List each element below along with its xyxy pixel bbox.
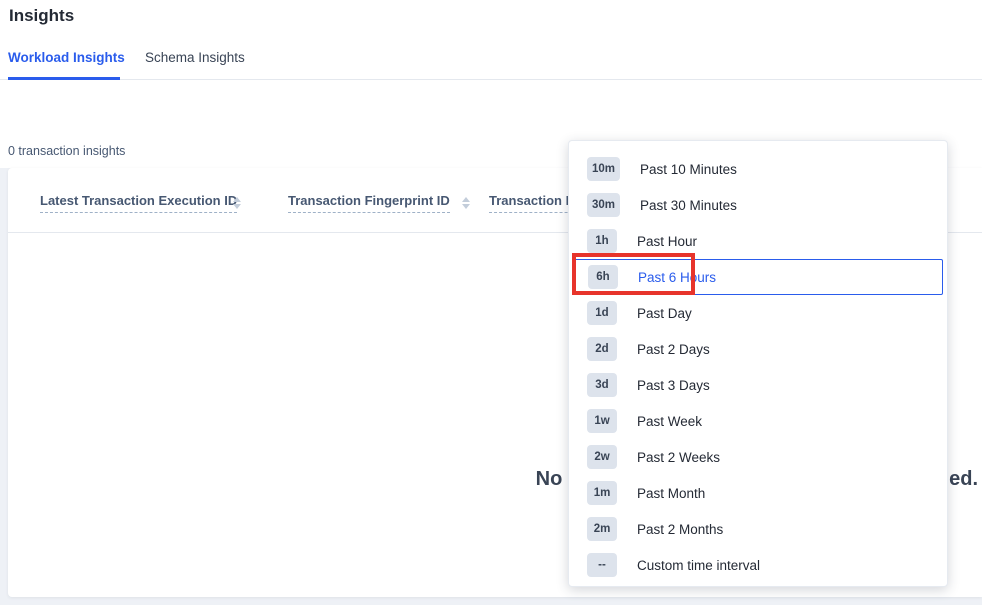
time-option-label: Past 3 Days — [637, 378, 710, 393]
time-option-past-3-days[interactable]: 3d Past 3 Days — [573, 367, 943, 403]
time-option-badge: -- — [587, 553, 617, 577]
sort-icon[interactable] — [462, 197, 470, 209]
time-option-badge: 30m — [587, 193, 620, 217]
tab-schema-insights[interactable]: Schema Insights — [145, 50, 245, 65]
time-option-past-week[interactable]: 1w Past Week — [573, 403, 943, 439]
time-option-past-2-months[interactable]: 2m Past 2 Months — [573, 511, 943, 547]
time-interval-dropdown: 10m Past 10 Minutes 30m Past 30 Minutes … — [568, 140, 948, 587]
column-header-latest-transaction-execution-id[interactable]: Latest Transaction Execution ID — [40, 193, 237, 213]
time-option-badge: 10m — [587, 157, 620, 181]
time-option-label: Past 2 Weeks — [637, 450, 720, 465]
time-option-badge: 1m — [587, 481, 617, 505]
time-option-label: Past 2 Days — [637, 342, 710, 357]
page-title: Insights — [9, 6, 74, 26]
tab-bar: Workload Insights Schema Insights — [0, 46, 982, 80]
time-option-badge: 2w — [587, 445, 617, 469]
time-option-badge: 6h — [588, 265, 618, 289]
time-option-past-month[interactable]: 1m Past Month — [573, 475, 943, 511]
time-option-badge: 1h — [587, 229, 617, 253]
time-option-past-2-weeks[interactable]: 2w Past 2 Weeks — [573, 439, 943, 475]
active-tab-underline — [8, 77, 120, 80]
time-option-badge: 3d — [587, 373, 617, 397]
time-option-past-10-minutes[interactable]: 10m Past 10 Minutes — [573, 151, 943, 187]
time-option-past-hour[interactable]: 1h Past Hour — [573, 223, 943, 259]
time-option-label: Custom time interval — [637, 558, 760, 573]
time-option-past-day[interactable]: 1d Past Day — [573, 295, 943, 331]
time-option-label: Past Day — [637, 306, 692, 321]
time-option-label: Past 6 Hours — [638, 270, 716, 285]
time-option-badge: 1d — [587, 301, 617, 325]
time-option-label: Past Hour — [637, 234, 697, 249]
time-option-badge: 2d — [587, 337, 617, 361]
time-option-past-30-minutes[interactable]: 30m Past 30 Minutes — [573, 187, 943, 223]
insights-count: 0 transaction insights — [8, 144, 125, 158]
column-header-transaction-fingerprint-id[interactable]: Transaction Fingerprint ID — [288, 193, 450, 213]
time-option-label: Past 10 Minutes — [640, 162, 737, 177]
time-option-past-6-hours[interactable]: 6h Past 6 Hours — [573, 259, 943, 295]
time-option-custom-time-interval[interactable]: -- Custom time interval — [573, 547, 943, 583]
time-option-label: Past 30 Minutes — [640, 198, 737, 213]
time-option-label: Past 2 Months — [637, 522, 723, 537]
time-option-past-2-days[interactable]: 2d Past 2 Days — [573, 331, 943, 367]
sort-icon[interactable] — [233, 197, 241, 209]
time-option-badge: 1w — [587, 409, 617, 433]
time-option-badge: 2m — [587, 517, 617, 541]
tab-workload-insights[interactable]: Workload Insights — [8, 50, 125, 65]
time-option-label: Past Month — [637, 486, 705, 501]
time-option-label: Past Week — [637, 414, 702, 429]
